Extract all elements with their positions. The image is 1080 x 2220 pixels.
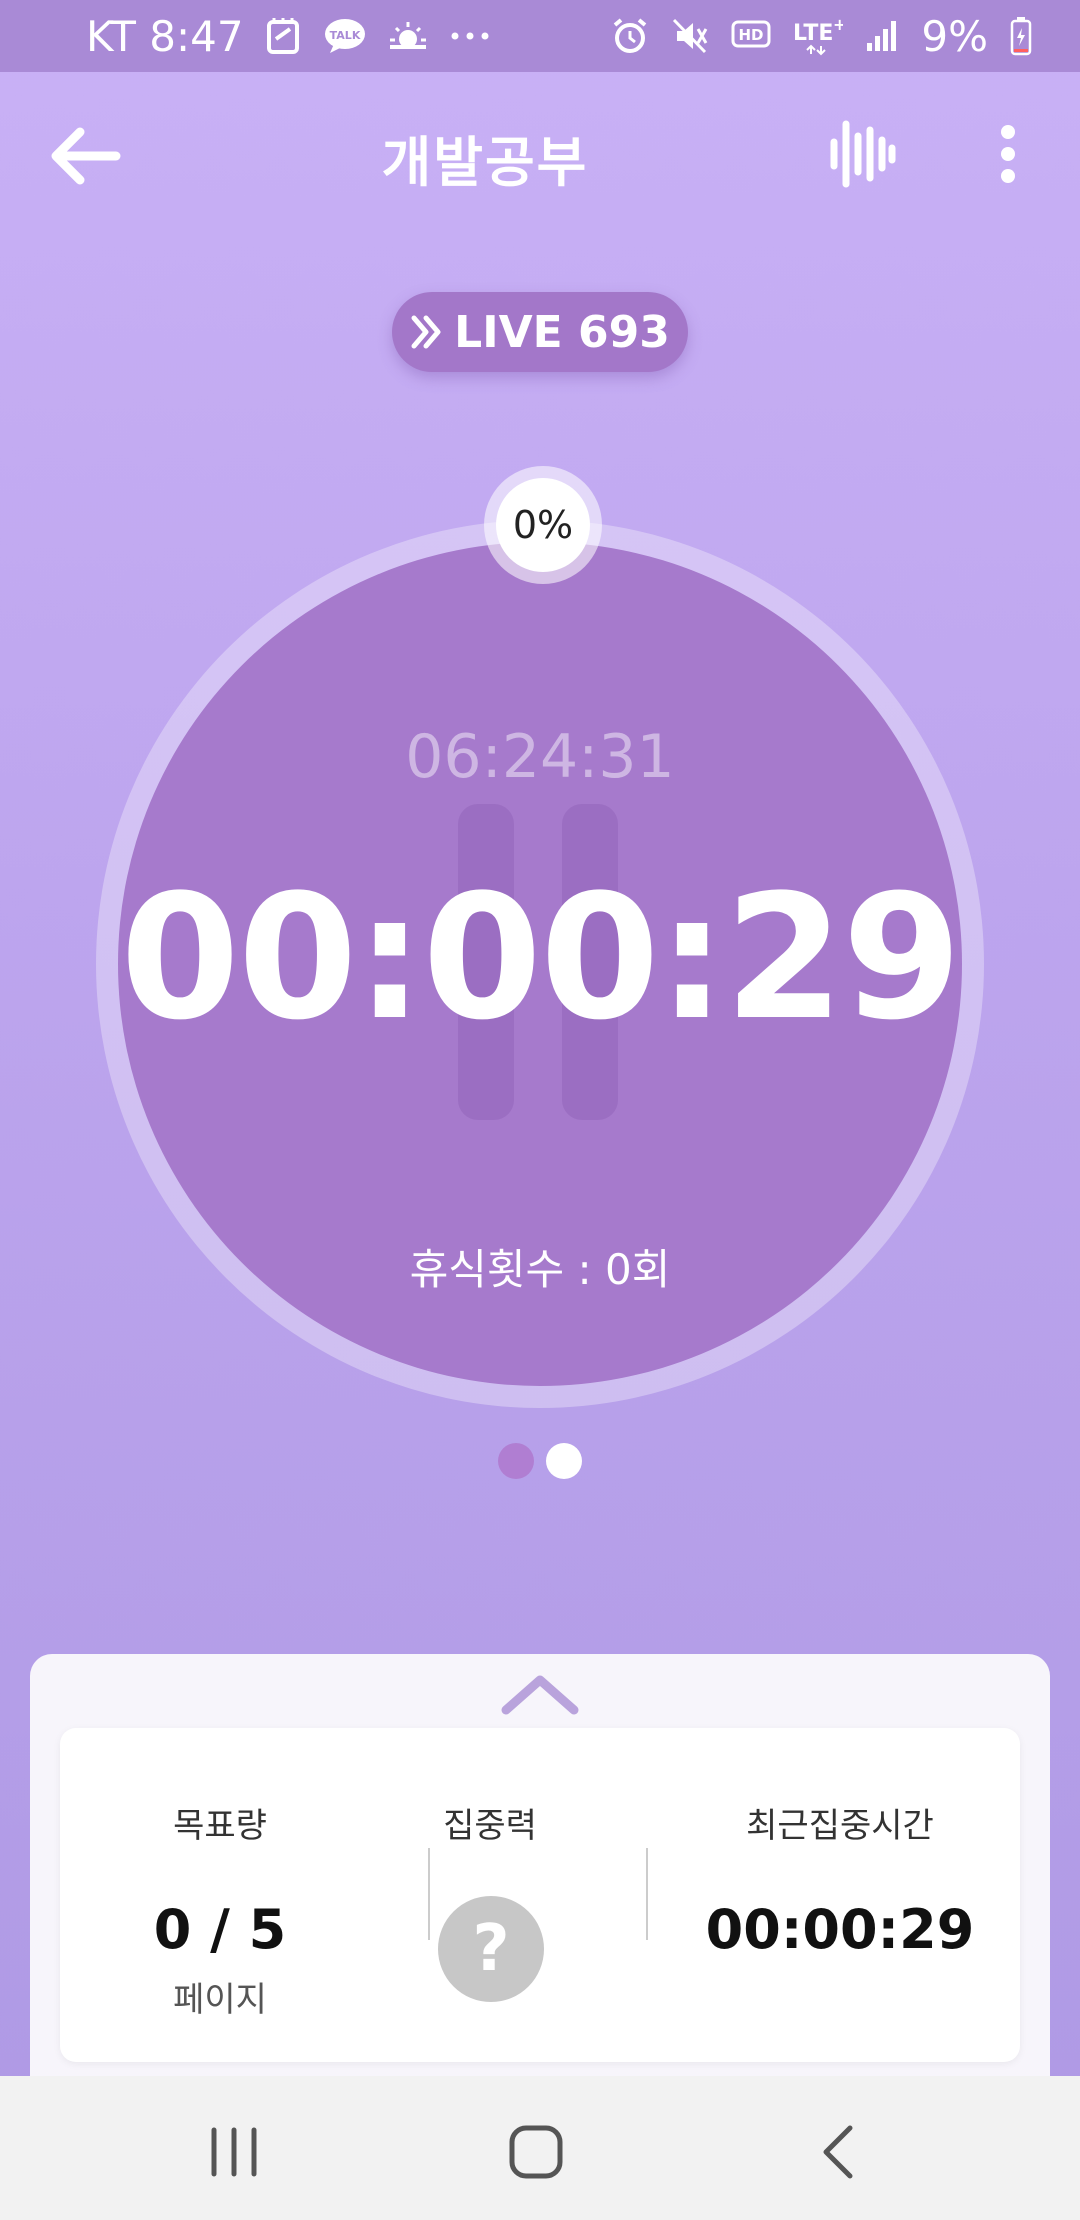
focus-help-button[interactable]: ? [438,1896,544,2002]
goal-label: 목표량 [173,1806,267,1846]
page-dot-2-active[interactable] [546,1443,582,1479]
chevron-up-icon [501,1675,579,1715]
double-chevron-right-icon [411,315,441,349]
live-count: LIVE 693 [454,306,670,358]
alarm-icon [611,17,649,55]
home-button[interactable] [496,2112,576,2192]
svg-text:TALK: TALK [329,29,360,42]
more-vertical-icon [1001,125,1015,183]
recent-apps-button[interactable] [194,2112,274,2192]
nav-back-button[interactable] [800,2112,880,2192]
svg-text:HD: HD [739,26,764,44]
live-button[interactable]: LIVE 693 [392,292,688,372]
progress-badge: 0% [496,478,590,572]
focus-stat: 집중력 ? [380,1728,600,2062]
weather-icon [388,19,428,53]
recent-focus-value: 00:00:29 [705,1898,975,1961]
sound-wave-icon [830,120,896,188]
more-dots-icon [450,31,490,41]
recent-focus-stat: 최근집중시간 00:00:29 [660,1728,1020,2062]
goal-unit: 페이지 [173,1980,267,2020]
notes-icon [266,17,302,55]
expand-sheet-button[interactable] [498,1668,582,1718]
focus-label: 집중력 [443,1806,537,1846]
elapsed-time: 00:00:29 [120,857,962,1058]
status-bar: KT 8:47 TALK HD LTE + 9% [0,0,1080,72]
svg-text:+: + [833,16,843,34]
recent-apps-icon [211,2127,257,2177]
signal-icon [865,19,899,53]
app-bar: 개발공부 [0,72,1080,242]
status-bar-left: KT 8:47 TALK [86,12,490,61]
battery-icon [1010,16,1032,56]
hd-icon: HD [731,19,771,53]
more-menu-button[interactable] [980,114,1036,194]
sound-button[interactable] [822,114,902,194]
question-icon: ? [472,1912,510,1986]
talk-icon: TALK [324,18,366,54]
total-study-time: 06:24:31 [405,722,675,792]
stats-card: 목표량 0 / 5 페이지 집중력 ? 최근집중시간 00:00:29 [60,1728,1020,2062]
mute-icon [671,17,709,55]
status-bar-right: HD LTE + 9% [611,12,1032,61]
lte-icon: LTE + [793,16,843,56]
system-nav-bar [0,2076,1080,2220]
battery-percent: 9% [921,11,988,61]
back-icon [823,2125,853,2179]
svg-text:LTE: LTE [793,21,833,46]
goal-value: 0 / 5 [153,1898,287,1961]
divider [646,1848,648,1940]
home-icon [509,2125,563,2179]
page-dot-1[interactable] [498,1443,534,1479]
rest-count: 휴식횟수 : 0회 [409,1245,671,1294]
goal-stat: 목표량 0 / 5 페이지 [60,1728,380,2062]
recent-focus-label: 최근집중시간 [746,1806,934,1846]
carrier-time: KT 8:47 [86,11,244,61]
